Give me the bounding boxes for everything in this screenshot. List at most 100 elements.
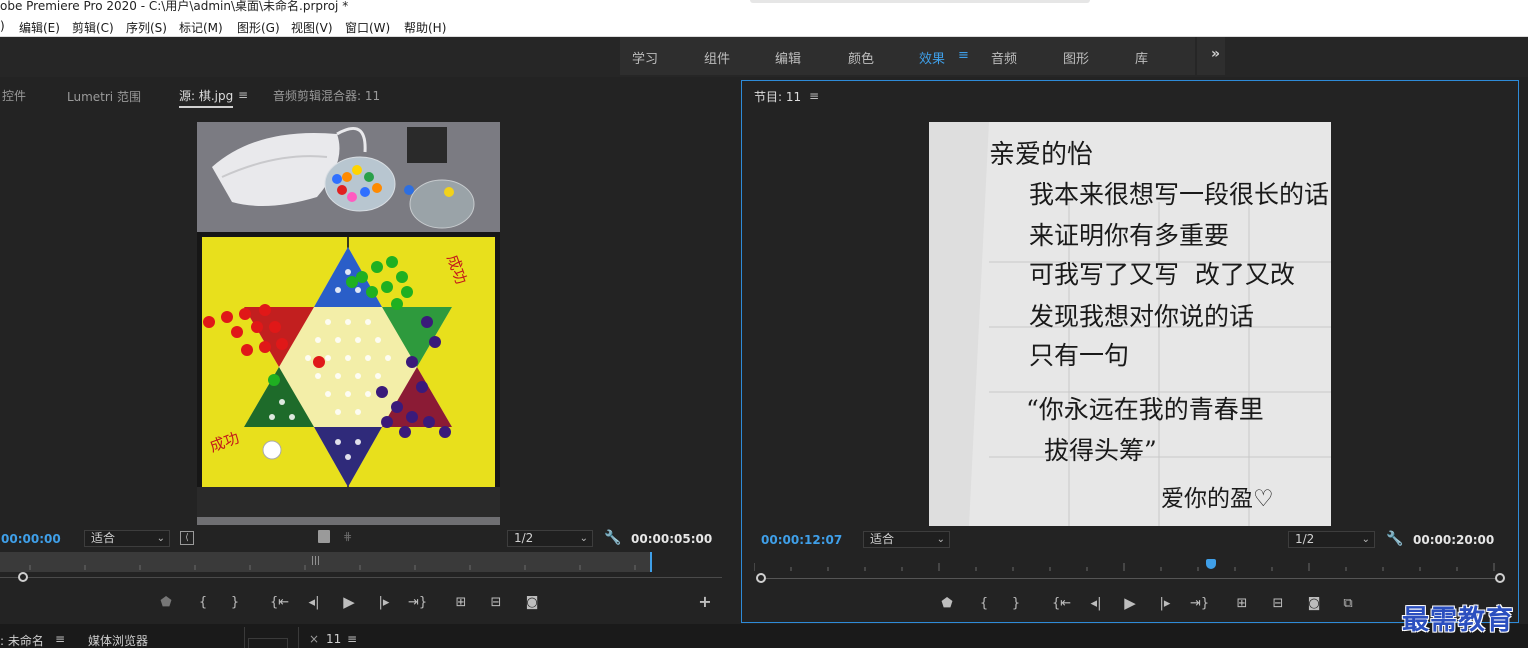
workspace-effects[interactable]: 效果 [919,48,945,67]
program-zoom-handle-right[interactable] [1495,573,1505,583]
watermark: 最需教育 [1402,605,1514,636]
step-back-icon[interactable]: ◂| [305,595,323,611]
play-icon[interactable]: ▶ [1121,595,1139,611]
program-frame-image: 亲爱的怡 我本来很想写一段很长的话 来证明你有多重要 可我写了又写 改了又改 发… [929,122,1331,526]
project-thumbnail-box [248,638,288,648]
source-fit-dropdown[interactable]: 适合 ⌄ [84,530,170,547]
title-tab-hint [750,0,1090,3]
mark-out-icon[interactable]: } [1007,596,1025,612]
workspace-libraries[interactable]: 库 [1135,48,1148,67]
workspace-color[interactable]: 颜色 [848,48,874,67]
tab-source[interactable]: 源: 棋.jpg [179,87,234,108]
source-duration-timecode: 00:00:05:00 [631,532,713,546]
play-icon[interactable]: ▶ [340,594,358,610]
source-frame-image: 成功 成功 [197,122,500,525]
film-icon[interactable] [318,530,330,543]
menu-help[interactable]: 帮助(H) [404,19,446,36]
menu-view[interactable]: 视图(V) [291,19,333,36]
menu-sequence[interactable]: 序列(S) [126,19,167,36]
timeline-close-icon[interactable]: × [309,632,319,646]
svg-text:|||: ||| [311,556,320,566]
timeline-panel-menu-icon[interactable]: ≡ [347,632,357,646]
workspace-graphics[interactable]: 图形 [1063,48,1089,67]
panel-divider [244,627,245,648]
bottom-panels: : 未命名 ≡ 媒体浏览器 × 11 ≡ [0,624,1528,648]
chevron-down-icon: ⌄ [936,534,945,545]
button-editor-plus-icon[interactable]: + [696,594,714,610]
tab-audio-clip-mixer[interactable]: 音频剪辑混合器: 11 [273,87,380,104]
project-tab[interactable]: : 未命名 [0,632,44,648]
source-ruler-ticks: ||| [29,556,636,570]
menu-window[interactable]: 窗口(W) [345,19,390,36]
source-zoom-track[interactable] [0,577,722,578]
workspace-audio[interactable]: 音频 [991,48,1017,67]
timeline-tab[interactable]: 11 [326,632,341,646]
panel-divider [298,627,299,648]
source-panel-menu-icon[interactable]: ≡ [238,88,248,102]
mark-in-icon[interactable]: { [194,595,212,611]
program-time-ruler[interactable] [753,555,1502,573]
tab-lumetri-scopes[interactable]: Lumetri 范围 [67,88,141,105]
menu-graphics[interactable]: 图形(G) [237,19,280,36]
overwrite-icon[interactable]: ⊟ [487,595,505,611]
chevron-down-icon: ⌄ [156,533,165,544]
window-title: obe Premiere Pro 2020 - C:\用户\admin\桌面\未… [0,0,349,13]
tab-effect-controls[interactable]: 控件 [2,87,26,104]
program-zoom-track[interactable] [760,578,1500,579]
step-forward-icon[interactable]: |▸ [375,595,393,611]
menu-markers[interactable]: 标记(M) [179,19,223,36]
workspaces-bar: 学习 组件 编辑 颜色 效果 ≡ 音频 图形 库 » [0,37,1528,77]
source-resolution-value: 1/2 [514,531,534,545]
menu-edit[interactable]: 编辑(E) [19,19,60,36]
mark-out-icon[interactable]: } [226,595,244,611]
insert-icon[interactable]: ⊞ [452,595,470,611]
step-forward-icon[interactable]: |▸ [1156,596,1174,612]
program-current-timecode[interactable]: 00:00:12:07 [761,533,842,547]
export-frame-icon[interactable]: ◙ [523,595,541,611]
program-panel-menu-icon[interactable]: ≡ [809,89,819,103]
export-frame-icon[interactable]: ◙ [1305,596,1323,612]
drag-audio-icon[interactable]: ⋕ [343,530,352,544]
program-zoom-handle-left[interactable] [756,573,766,583]
program-resolution-dropdown[interactable]: 1/2 ⌄ [1288,531,1375,548]
project-panel-menu-icon[interactable]: ≡ [55,632,65,646]
menu-bar: ) 编辑(E) 剪辑(C) 序列(S) 标记(M) 图形(G) 视图(V) 窗口… [0,16,1528,37]
go-to-in-icon[interactable]: {⇤ [1052,596,1071,612]
workspace-menu-icon[interactable]: ≡ [958,48,969,63]
note-line-8: 拔得头筹” [1044,436,1157,465]
mark-in-icon[interactable]: { [975,596,993,612]
add-marker-icon[interactable]: ⬟ [938,596,956,612]
add-marker-icon[interactable]: ⬟ [157,595,175,611]
source-resolution-dropdown[interactable]: 1/2 ⌄ [507,530,593,547]
go-to-out-icon[interactable]: ⇥} [1190,596,1209,612]
media-browser-tab[interactable]: 媒体浏览器 [88,632,148,648]
chinese-checkers-photo: 成功 成功 [197,122,500,525]
workspace-learning[interactable]: 学习 [632,48,658,67]
menu-file[interactable]: ) [0,19,5,33]
go-to-in-icon[interactable]: {⇤ [270,595,289,611]
workspace-assembly[interactable]: 组件 [704,48,730,67]
lift-icon[interactable]: ⊞ [1233,596,1251,612]
tab-source-underline [179,106,234,108]
program-fit-value: 适合 [870,532,895,546]
source-zoom-handle[interactable] [18,572,28,582]
program-fit-dropdown[interactable]: 适合 ⌄ [863,531,950,548]
source-time-ruler[interactable]: ||| [0,552,652,572]
program-resolution-value: 1/2 [1295,532,1315,546]
tab-program[interactable]: 节目: 11 [754,88,801,105]
drag-video-icon[interactable]: ⟨ [180,531,194,545]
tab-source-label: 源: 棋.jpg [179,89,234,103]
comparison-view-icon[interactable]: ⧉ [1339,596,1357,612]
menu-clip[interactable]: 剪辑(C) [72,19,114,36]
more-workspaces-icon[interactable]: » [1211,46,1220,62]
workspace-editing[interactable]: 编辑 [775,48,801,67]
go-to-out-icon[interactable]: ⇥} [408,595,427,611]
source-current-timecode[interactable]: 00:00:00 [1,532,61,546]
note-line-4: 可我写了又写 改了又改 [1029,260,1295,289]
settings-wrench-icon[interactable]: 🔧 [1386,532,1403,546]
step-back-icon[interactable]: ◂| [1087,596,1105,612]
program-ruler-ticks [753,563,1495,571]
extract-icon[interactable]: ⊟ [1269,596,1287,612]
settings-wrench-icon[interactable]: 🔧 [604,531,621,545]
note-line-5: 发现我想对你说的话 [1029,302,1255,331]
